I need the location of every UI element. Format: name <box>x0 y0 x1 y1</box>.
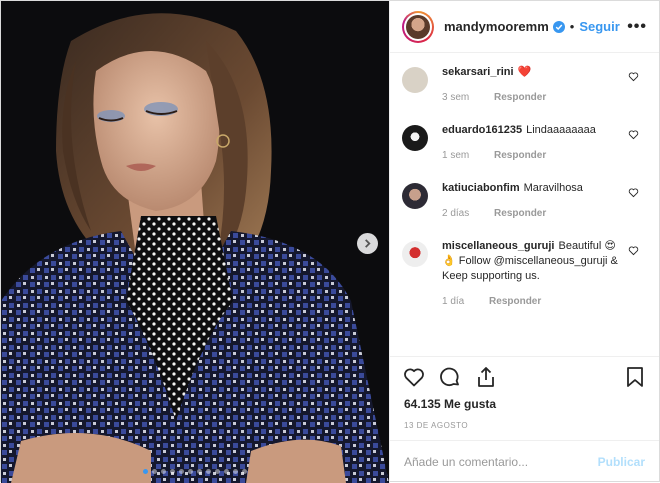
chevron-right-icon <box>365 239 371 248</box>
next-slide-button[interactable] <box>357 233 378 254</box>
heart-icon[interactable] <box>628 129 639 140</box>
author-username[interactable]: mandymooremm <box>444 19 549 34</box>
commenter-avatar[interactable] <box>402 241 428 267</box>
comment-item: sekarsari_rini ❤️ 3 sem Responder <box>390 61 659 119</box>
heart-icon[interactable] <box>628 187 639 198</box>
carousel-indicator <box>1 469 389 474</box>
verified-badge-icon <box>552 20 565 33</box>
post-actions <box>390 357 659 397</box>
heart-icon[interactable] <box>628 71 639 82</box>
carousel-dot <box>206 469 211 474</box>
carousel-dot <box>215 469 220 474</box>
carousel-dot <box>197 469 202 474</box>
comment-item: miscellaneous_guruji Beautiful 😍👌 Follow … <box>390 235 659 323</box>
carousel-dot <box>161 469 166 474</box>
comment-text: Lindaaaaaaaa <box>526 124 596 136</box>
comment-time[interactable]: 1 sem <box>442 150 469 161</box>
like-heart-icon[interactable] <box>402 365 426 389</box>
author-avatar[interactable] <box>402 10 434 43</box>
comment-item: katiuciabonfim Maravilhosa 2 días Respond… <box>390 177 659 235</box>
carousel-dot <box>224 469 229 474</box>
carousel-dot <box>233 469 238 474</box>
header-separator: • <box>569 19 575 34</box>
commenter-avatar[interactable] <box>402 183 428 209</box>
bookmark-icon[interactable] <box>623 365 647 389</box>
post-media[interactable] <box>1 1 389 483</box>
share-icon[interactable] <box>474 365 498 389</box>
comment-text: Maravilhosa <box>523 182 583 194</box>
commenter-avatar[interactable] <box>402 67 428 93</box>
comment-time[interactable]: 3 sem <box>442 92 469 103</box>
reply-button[interactable]: Responder <box>489 296 541 307</box>
commenter-username[interactable]: eduardo161235 <box>442 124 522 136</box>
comment-time[interactable]: 2 días <box>442 208 469 219</box>
carousel-dot <box>188 469 193 474</box>
comment-time[interactable]: 1 día <box>442 296 464 307</box>
carousel-dot <box>170 469 175 474</box>
carousel-dot <box>152 469 157 474</box>
carousel-dot <box>179 469 184 474</box>
commenter-username[interactable]: miscellaneous_guruji <box>442 240 554 252</box>
commenter-avatar[interactable] <box>402 125 428 151</box>
post-container: mandymooremm • Seguir ••• sekarsari_rini… <box>0 0 660 483</box>
post-header: mandymooremm • Seguir ••• <box>390 1 659 53</box>
comments-list[interactable]: sekarsari_rini ❤️ 3 sem Responder eduardo… <box>390 53 659 357</box>
post-sidebar: mandymooremm • Seguir ••• sekarsari_rini… <box>389 1 659 483</box>
publish-button[interactable]: Publicar <box>598 455 645 469</box>
reply-button[interactable]: Responder <box>494 208 546 219</box>
comment-input[interactable] <box>404 455 598 469</box>
more-options-icon[interactable]: ••• <box>627 18 647 36</box>
comment-bubble-icon[interactable] <box>438 365 462 389</box>
carousel-dot <box>242 469 247 474</box>
reply-button[interactable]: Responder <box>494 92 546 103</box>
follow-button[interactable]: Seguir <box>579 19 619 34</box>
reply-button[interactable]: Responder <box>494 150 546 161</box>
comment-composer: Publicar <box>390 441 659 483</box>
comment-item: eduardo161235 Lindaaaaaaaa 1 sem Responde… <box>390 119 659 177</box>
likes-count[interactable]: 64.135 Me gusta <box>390 397 659 417</box>
carousel-dot <box>143 469 148 474</box>
post-date[interactable]: 13 DE AGOSTO <box>390 417 659 441</box>
comment-text: ❤️ <box>517 66 532 78</box>
post-photo <box>1 1 389 483</box>
commenter-username[interactable]: sekarsari_rini <box>442 66 514 78</box>
heart-icon[interactable] <box>628 245 639 256</box>
commenter-username[interactable]: katiuciabonfim <box>442 182 520 194</box>
